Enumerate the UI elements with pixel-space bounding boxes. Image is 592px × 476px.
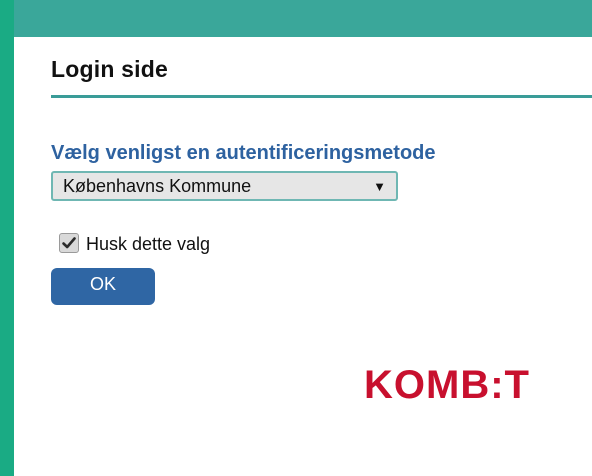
dropdown-arrow-icon: ▼ xyxy=(373,179,386,194)
checkmark-icon xyxy=(62,236,76,248)
auth-method-prompt: Vælg venligst en autentificeringsmetode xyxy=(51,142,436,164)
ok-button[interactable]: OK xyxy=(51,268,155,305)
kombit-logo: KOMB:T xyxy=(364,363,530,407)
login-window: Login side Vælg venligst en autentificer… xyxy=(14,0,592,476)
top-bar xyxy=(14,0,592,37)
title-divider xyxy=(51,95,592,98)
auth-method-selected-value: Københavns Kommune xyxy=(63,175,252,196)
remember-choice: Husk dette valg xyxy=(59,230,210,255)
remember-label: Husk dette valg xyxy=(86,234,211,254)
remember-checkbox[interactable] xyxy=(59,232,79,253)
auth-method-select[interactable]: Københavns Kommune ▼ xyxy=(51,171,398,201)
page-title: Login side xyxy=(51,56,168,82)
